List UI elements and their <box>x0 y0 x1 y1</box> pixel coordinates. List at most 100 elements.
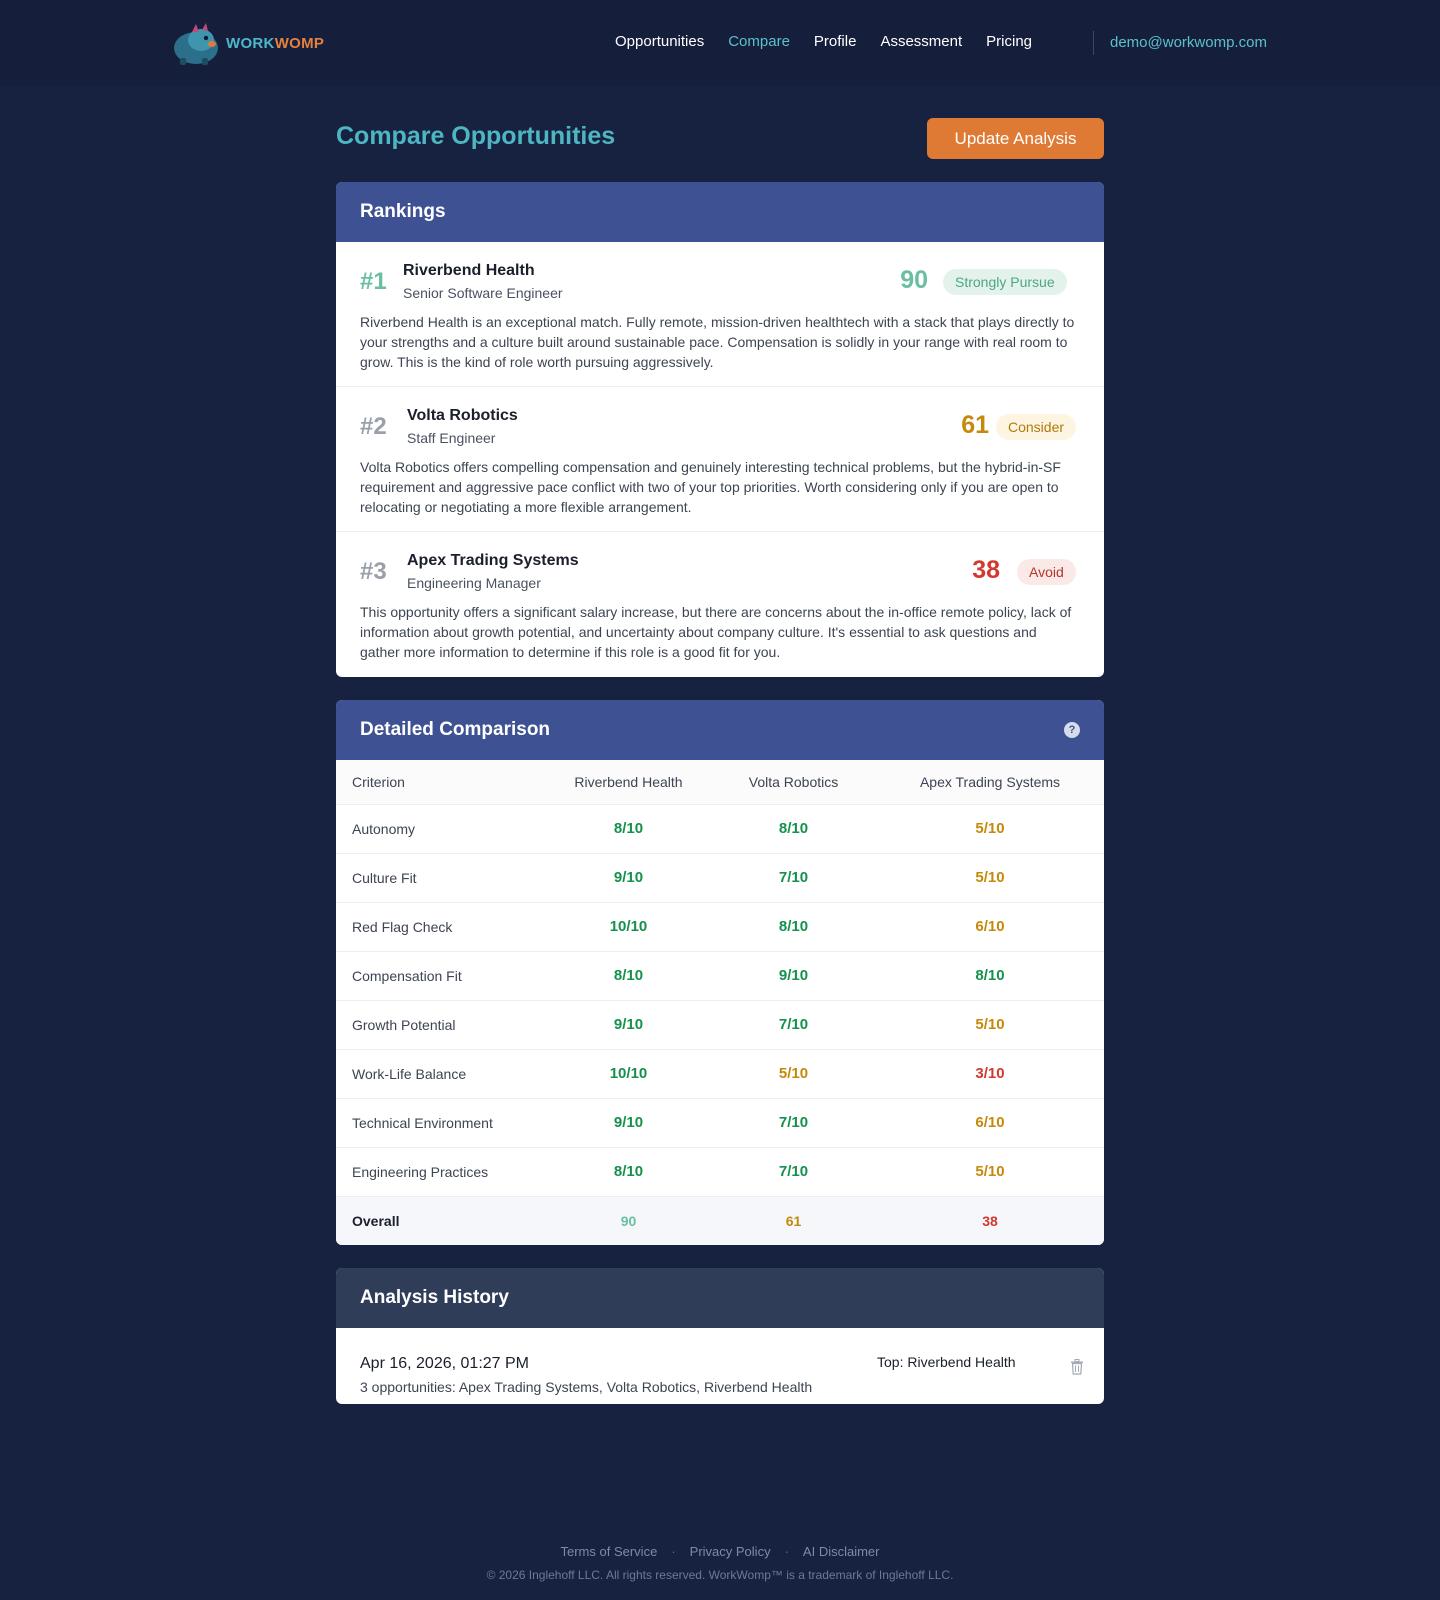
criterion-label: Growth Potential <box>336 999 546 1049</box>
score-cell: 8/10 <box>876 950 1104 1000</box>
criterion-label: Red Flag Check <box>336 901 546 951</box>
nav-compare[interactable]: Compare <box>728 33 790 50</box>
score-cell: 8/10 <box>711 803 876 853</box>
criterion-label: Autonomy <box>336 803 546 853</box>
trash-icon[interactable] <box>1070 1359 1084 1375</box>
table-row: Growth Potential 9/10 7/10 5/10 <box>336 999 1104 1049</box>
ranking-item[interactable]: #2 Volta Robotics Staff Engineer 61 Cons… <box>336 387 1104 532</box>
score-cell: 9/10 <box>711 950 876 1000</box>
table-header-row: Criterion Riverbend Health Volta Robotic… <box>336 760 1104 804</box>
history-top-pick: Top: Riverbend Health <box>877 1354 1016 1370</box>
score-cell: 8/10 <box>546 803 711 853</box>
footer-links: Terms of Service · Privacy Policy · AI Discl… <box>0 1544 1440 1559</box>
rank-score: 38 <box>972 556 1000 584</box>
footer-link-ai-disclaimer[interactable]: AI Disclaimer <box>803 1544 880 1559</box>
table-row: Engineering Practices 8/10 7/10 5/10 <box>336 1146 1104 1196</box>
rank-company: Apex Trading Systems <box>407 552 579 569</box>
criterion-label: Compensation Fit <box>336 950 546 1000</box>
user-email-link[interactable]: demo@workwomp.com <box>1110 34 1267 51</box>
score-cell: 8/10 <box>546 950 711 1000</box>
rankings-card: Rankings #1 Riverbend Health Senior Soft… <box>336 182 1104 677</box>
column-header-apex: Apex Trading Systems <box>876 760 1104 804</box>
table-row: Compensation Fit 8/10 9/10 8/10 <box>336 950 1104 1000</box>
help-icon[interactable]: ? <box>1064 722 1080 738</box>
table-row: Work-Life Balance 10/10 5/10 3/10 <box>336 1048 1104 1098</box>
nav-opportunities[interactable]: Opportunities <box>615 33 704 50</box>
footer-copyright: © 2026 Inglehoff LLC. All rights reserve… <box>486 1568 954 1582</box>
column-header-riverbend: Riverbend Health <box>546 760 711 804</box>
footer-link-terms[interactable]: Terms of Service <box>561 1544 658 1559</box>
score-cell: 5/10 <box>876 1146 1104 1196</box>
rank-role: Senior Software Engineer <box>403 285 563 301</box>
score-cell: 9/10 <box>546 999 711 1049</box>
nav-profile[interactable]: Profile <box>814 33 857 50</box>
comparison-table: Criterion Riverbend Health Volta Robotic… <box>336 760 1104 1245</box>
history-header: Analysis History <box>336 1268 1104 1328</box>
history-opportunities: 3 opportunities: Apex Trading Systems, V… <box>360 1379 813 1395</box>
overall-score: 90 <box>546 1195 711 1245</box>
history-title: Analysis History <box>360 1287 509 1308</box>
logo-wordmark: WORKWOMP <box>226 35 324 52</box>
score-cell: 5/10 <box>876 803 1104 853</box>
criterion-label: Technical Environment <box>336 1097 546 1147</box>
history-date: Apr 16, 2026, 01:27 PM <box>360 1355 529 1372</box>
main-nav: Opportunities Compare Profile Assessment… <box>615 33 1032 50</box>
logo[interactable]: WORKWOMP <box>170 20 324 66</box>
rank-score: 90 <box>900 266 928 294</box>
score-cell: 9/10 <box>546 852 711 902</box>
comparison-header: Detailed Comparison ? <box>336 700 1104 760</box>
rank-role: Engineering Manager <box>407 575 541 591</box>
criterion-label: Work-Life Balance <box>336 1048 546 1098</box>
score-cell: 7/10 <box>711 1097 876 1147</box>
score-cell: 5/10 <box>876 999 1104 1049</box>
logo-text-womp: WOMP <box>274 34 325 52</box>
overall-row: Overall 90 61 38 <box>336 1195 1104 1245</box>
verdict-badge: Consider <box>996 414 1077 440</box>
rank-score: 61 <box>961 411 989 439</box>
verdict-badge: Strongly Pursue <box>943 269 1067 295</box>
update-analysis-button[interactable]: Update Analysis <box>927 118 1104 159</box>
nav-assessment[interactable]: Assessment <box>880 33 962 50</box>
detailed-comparison-card: Detailed Comparison ? Criterion Riverben… <box>336 700 1104 1245</box>
page-title: Compare Opportunities <box>336 122 616 150</box>
score-cell: 10/10 <box>546 901 711 951</box>
table-row: Culture Fit 9/10 7/10 5/10 <box>336 852 1104 902</box>
table-row: Technical Environment 9/10 7/10 6/10 <box>336 1097 1104 1147</box>
overall-score: 38 <box>876 1195 1104 1245</box>
wombat-logo-icon <box>174 23 218 65</box>
score-cell: 5/10 <box>711 1048 876 1098</box>
score-cell: 7/10 <box>711 1146 876 1196</box>
analysis-history-card: Analysis History Apr 16, 2026, 01:27 PM … <box>336 1268 1104 1404</box>
logo-text-work: WORK <box>226 34 275 52</box>
column-header-volta: Volta Robotics <box>711 760 876 804</box>
score-cell: 7/10 <box>711 999 876 1049</box>
comparison-title: Detailed Comparison <box>360 719 551 740</box>
score-cell: 3/10 <box>876 1048 1104 1098</box>
score-cell: 7/10 <box>711 852 876 902</box>
rank-summary: This opportunity offers a significant sa… <box>360 604 1072 660</box>
table-row: Autonomy 8/10 8/10 5/10 <box>336 803 1104 853</box>
footer-link-privacy[interactable]: Privacy Policy <box>690 1544 771 1559</box>
score-cell: 6/10 <box>876 901 1104 951</box>
rank-company: Volta Robotics <box>407 407 518 424</box>
table-row: Red Flag Check 10/10 8/10 6/10 <box>336 901 1104 951</box>
score-cell: 8/10 <box>546 1146 711 1196</box>
nav-divider <box>1093 31 1094 55</box>
nav-pricing[interactable]: Pricing <box>986 33 1032 50</box>
rankings-header: Rankings <box>336 182 1104 242</box>
score-cell: 6/10 <box>876 1097 1104 1147</box>
score-cell: 8/10 <box>711 901 876 951</box>
rank-number: #1 <box>360 268 387 295</box>
ranking-item[interactable]: #3 Apex Trading Systems Engineering Mana… <box>336 532 1104 677</box>
overall-score: 61 <box>711 1195 876 1245</box>
footer-separator: · <box>784 1544 789 1559</box>
rank-summary: Volta Robotics offers compelling compens… <box>360 459 1061 515</box>
overall-label: Overall <box>336 1195 546 1245</box>
top-navbar: WORKWOMP Opportunities Compare Profile A… <box>0 0 1440 86</box>
rankings-title: Rankings <box>360 201 446 222</box>
verdict-badge: Avoid <box>1017 559 1076 585</box>
rank-number: #3 <box>360 558 387 585</box>
score-cell: 9/10 <box>546 1097 711 1147</box>
ranking-item[interactable]: #1 Riverbend Health Senior Software Engi… <box>336 242 1104 387</box>
score-cell: 5/10 <box>876 852 1104 902</box>
